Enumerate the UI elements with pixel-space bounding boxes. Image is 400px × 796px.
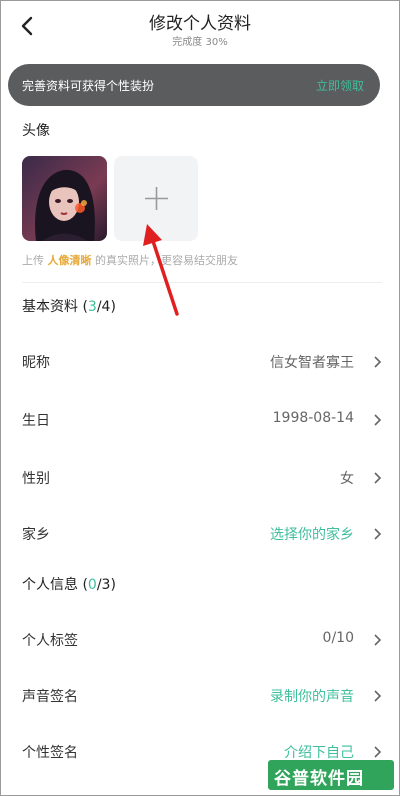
reward-banner: 完善资料可获得个性装扮 立即领取 xyxy=(8,64,380,106)
section-divider xyxy=(22,282,382,283)
page-title: 修改个人资料 xyxy=(149,14,251,34)
avatar[interactable] xyxy=(22,156,107,241)
row-label: 个性签名 xyxy=(22,745,78,761)
completion-text: 完成度 30% xyxy=(172,37,228,48)
chevron-right-icon xyxy=(374,472,382,484)
watermark-text: 谷普软件园 xyxy=(274,769,364,789)
personal-info-title-text: 个人信息 ( xyxy=(22,577,88,593)
avatar-hint: 上传 人像清晰 的真实照片，更容易结交朋友 xyxy=(22,252,238,268)
row-value: 0/10 xyxy=(322,630,354,646)
chevron-right-icon xyxy=(374,690,382,702)
hint-prefix: 上传 xyxy=(22,254,44,267)
personal-tags-row[interactable]: 个人标签 0/10 xyxy=(0,620,400,660)
basic-info-title: 基本资料 (3/4) xyxy=(22,296,116,316)
row-value: 介绍下自己 xyxy=(284,745,354,761)
banner-text: 完善资料可获得个性装扮 xyxy=(22,79,155,93)
site-watermark: 谷普软件园 xyxy=(268,760,394,790)
chevron-right-icon xyxy=(374,528,382,540)
basic-info-count-done: 3 xyxy=(87,299,97,315)
row-label: 个人标签 xyxy=(22,633,78,649)
row-value: 信女智者寡王 xyxy=(270,355,354,371)
claim-now-link[interactable]: 立即领取 xyxy=(316,77,364,94)
row-value: 录制你的声音 xyxy=(270,689,354,705)
row-label: 家乡 xyxy=(22,527,50,543)
gender-row[interactable]: 性别 女 xyxy=(0,458,400,498)
personal-info-count-done: 0 xyxy=(87,577,97,593)
basic-info-title-text: 基本资料 ( xyxy=(22,299,88,315)
nickname-row[interactable]: 昵称 信女智者寡王 xyxy=(0,342,400,382)
row-label: 昵称 xyxy=(22,355,50,371)
personal-info-count-total: /3) xyxy=(96,577,116,593)
row-value: 女 xyxy=(340,471,354,487)
row-label: 性别 xyxy=(22,471,50,487)
avatar-section-label: 头像 xyxy=(22,123,50,139)
chevron-right-icon xyxy=(374,356,382,368)
personal-info-title: 个人信息 (0/3) xyxy=(22,574,116,594)
chevron-right-icon xyxy=(374,746,382,758)
row-value: 1998-08-14 xyxy=(272,410,354,426)
basic-info-count-total: /4) xyxy=(96,299,116,315)
chevron-right-icon xyxy=(374,414,382,426)
hometown-row[interactable]: 家乡 选择你的家乡 xyxy=(0,514,400,554)
hint-highlight: 人像清晰 xyxy=(47,254,92,267)
chevron-right-icon xyxy=(374,634,382,646)
avatar-image xyxy=(22,156,107,241)
red-arrow-annotation xyxy=(143,224,179,316)
row-value: 选择你的家乡 xyxy=(270,527,354,543)
plus-icon xyxy=(145,187,168,210)
header: 修改个人资料 完成度 30% xyxy=(0,0,400,62)
row-label: 生日 xyxy=(22,413,50,429)
row-label: 声音签名 xyxy=(22,689,78,705)
voice-signature-row[interactable]: 声音签名 录制你的声音 xyxy=(0,676,400,716)
birthday-row[interactable]: 生日 1998-08-14 xyxy=(0,400,400,440)
